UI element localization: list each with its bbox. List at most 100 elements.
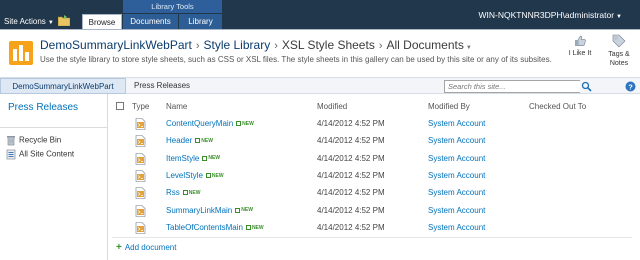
modified-by-link[interactable]: System Account [428,171,485,180]
svg-text:?: ? [628,82,633,91]
modified-date: 4/14/2012 4:52 PM [317,119,385,128]
chevron-down-icon[interactable]: ▼ [466,45,472,51]
list-divider [112,237,632,238]
site-actions-menu[interactable]: Site Actions ▼ [4,17,54,26]
tab-documents[interactable]: Documents [123,14,178,29]
tab-library[interactable]: Library [179,14,222,29]
recycle-bin-link[interactable]: Recycle Bin [6,135,61,146]
document-name: ItemStyle [166,153,200,163]
modified-by-link[interactable]: System Account [428,136,485,145]
xsl-document-icon [135,152,146,165]
new-badge: NEW [205,172,224,179]
chevron-down-icon: ▼ [47,20,54,26]
column-header-modified-by[interactable]: Modified By [428,102,470,111]
add-document-link[interactable]: + Add document [116,242,176,253]
document-name-link[interactable]: LevelStyle NEW [166,171,224,180]
modified-by-link[interactable]: System Account [428,154,485,163]
document-name: ContentQueryMain [166,119,234,128]
breadcrumb-separator: › [378,40,383,52]
new-badge: NEW [195,138,213,144]
recycle-bin-label: Recycle Bin [19,135,62,145]
new-label: NEW [242,120,254,127]
new-badge: NEW [245,224,264,231]
document-name-link[interactable]: ItemStyle NEW [166,154,220,163]
xsl-document-icon [135,204,146,217]
column-header-modified[interactable]: Modified [317,102,347,111]
document-name: TableOfContentsMain [166,222,243,232]
new-badge: NEW [235,207,253,213]
topnav-item-site[interactable]: DemoSummaryLinkWebPart [0,78,126,94]
modified-by-link[interactable]: System Account [428,188,485,197]
add-document-label: Add document [124,243,177,252]
new-badge: NEW [182,190,200,196]
column-header-name[interactable]: Name [166,102,187,111]
new-label: NEW [208,155,221,162]
column-header-type[interactable]: Type [132,102,149,111]
breadcrumb-folder: XSL Style Sheets [281,38,375,52]
ql-heading-press-releases[interactable]: Press Releases [8,102,78,113]
breadcrumb-site[interactable]: DemoSummaryLinkWebPart [40,38,192,52]
add-icon: + [116,242,122,253]
ql-divider [0,127,107,128]
document-name-link[interactable]: TableOfContentsMain NEW [166,223,264,232]
page-description: Use the style library to store style she… [40,55,552,64]
breadcrumb-style-library[interactable]: Style Library [204,38,271,52]
topnav-item-press-releases[interactable]: Press Releases [134,78,190,94]
folder-nav-icon[interactable] [58,15,70,26]
user-name: WIN-NQKTNNR3DPH\administrator [478,10,615,20]
user-menu[interactable]: WIN-NQKTNNR3DPH\administrator ▼ [479,10,623,20]
new-label: NEW [251,224,264,231]
search-icon[interactable] [580,80,593,93]
chevron-down-icon: ▼ [616,14,622,20]
column-header-checked-out-to[interactable]: Checked Out To [529,102,586,111]
all-site-content-label: All Site Content [19,149,75,159]
thumbs-up-icon [575,35,586,46]
xsl-document-icon [135,118,146,130]
ribbon-bar: Site Actions ▼ Library Tools Browse Docum… [0,0,640,30]
top-link-bar: DemoSummaryLinkWebPart Press Releases Se… [0,77,640,94]
tags-label: Tags & [608,51,630,58]
modified-by-link[interactable]: System Account [428,206,485,215]
site-actions-label: Site Actions [4,17,46,26]
help-icon[interactable]: ? [625,81,636,92]
xsl-document-icon [135,135,146,148]
modified-by-link[interactable]: System Account [428,223,485,232]
search-input[interactable]: Search this site... [444,80,581,93]
site-logo-icon[interactable] [8,40,34,66]
xsl-document-icon [135,170,146,182]
all-site-content-link[interactable]: All Site Content [6,149,74,160]
title-area: DemoSummaryLinkWebPart › Style Library › XSL… [0,29,640,77]
table-row[interactable]: ContentQueryMain NEW 4/14/2012 4:52 PM Syst… [108,116,640,133]
table-row[interactable]: ItemStyle NEW 4/14/2012 4:52 PM System Acco… [108,151,640,168]
document-name-link[interactable]: Rss NEW [166,188,200,197]
document-name-link[interactable]: ContentQueryMain NEW [166,119,254,128]
recycle-bin-icon [7,136,15,146]
tab-browse[interactable]: Browse [82,14,122,30]
view-selector[interactable]: All Documents [387,38,464,52]
document-name-link[interactable]: SummaryLinkMain NEW [166,206,253,215]
table-row[interactable]: TableOfContentsMain NEW 4/14/2012 4:52 PM S… [108,220,640,237]
table-row[interactable]: Header NEW 4/14/2012 4:52 PM System Account [108,133,640,150]
table-row[interactable]: Rss NEW 4/14/2012 4:52 PM System Account [108,185,640,202]
i-like-it-button[interactable]: I Like It [563,34,597,57]
xsl-document-icon [135,221,146,234]
new-icon [235,207,241,213]
modified-date: 4/14/2012 4:52 PM [317,136,385,146]
document-name: LevelStyle [166,170,203,180]
breadcrumb-separator: › [274,40,278,52]
modified-date: 4/14/2012 4:52 PM [317,188,385,198]
tags-notes-button[interactable]: Tags & Notes [602,34,636,68]
new-icon [182,190,188,196]
new-icon [195,138,201,144]
modified-date: 4/14/2012 4:52 PM [317,222,385,232]
table-row[interactable]: LevelStyle NEW 4/14/2012 4:52 PM System Acc… [108,168,640,185]
i-like-it-label: I Like It [568,50,592,57]
table-row[interactable]: SummaryLinkMain NEW 4/14/2012 4:52 PM Syste… [108,203,640,220]
modified-date: 4/14/2012 4:52 PM [317,205,385,215]
select-all-checkbox[interactable] [116,102,124,110]
modified-by-link[interactable]: System Account [428,119,485,128]
breadcrumb: DemoSummaryLinkWebPart › Style Library › XSL… [40,38,472,52]
new-icon [205,172,211,178]
document-name-link[interactable]: Header NEW [166,136,213,145]
document-name: Header [166,136,193,146]
